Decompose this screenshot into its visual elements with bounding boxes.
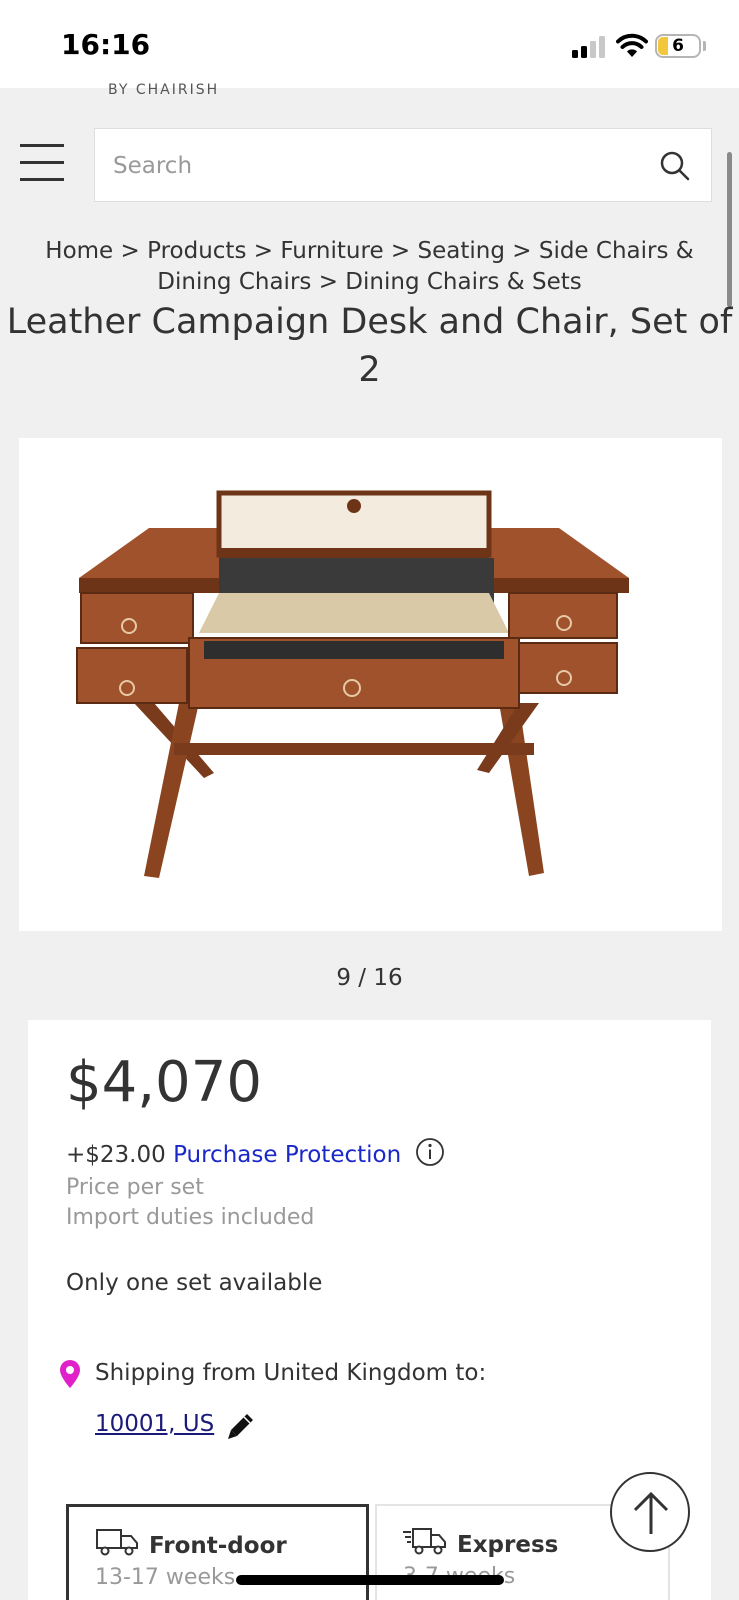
fast-truck-icon [403, 1528, 446, 1555]
breadcrumb-furniture[interactable]: Furniture [280, 238, 383, 264]
product-title: Leather Campaign Desk and Chair, Set of … [6, 302, 733, 390]
home-indicator [236, 1575, 504, 1585]
breadcrumb-products[interactable]: Products [147, 238, 246, 264]
status-time: 16:16 [61, 28, 151, 61]
purchase-protection-row: +$23.00 Purchase Protection [66, 1137, 445, 1168]
import-duties-note: Import duties included [66, 1205, 315, 1230]
breadcrumb: Home > Products > Furniture > Seating > … [45, 238, 694, 295]
availability-text: Only one set available [66, 1270, 323, 1296]
location-pin-icon [60, 1360, 80, 1388]
shipping-option-front-door[interactable]: Front-door 13-17 weeks [66, 1504, 369, 1600]
truck-icon [96, 1529, 138, 1556]
shipping-option-name: Express [457, 1532, 559, 1558]
battery-level: 6 [672, 36, 684, 56]
purchase-protection-link[interactable]: Purchase Protection [173, 1142, 401, 1168]
price-per-note: Price per set [66, 1175, 204, 1200]
shipping-from-label: Shipping from United Kingdom to: [95, 1360, 487, 1386]
arrow-up-icon [633, 1491, 669, 1534]
brand-subtitle: BY CHAIRISH [108, 82, 220, 98]
pencil-edit-icon[interactable] [225, 1408, 259, 1442]
status-bar: 16:16 6 [0, 0, 739, 88]
search-icon[interactable] [659, 150, 691, 182]
gallery-counter: 9 / 16 [336, 965, 403, 991]
battery-icon: 6 [655, 34, 701, 58]
product-image[interactable] [19, 438, 722, 931]
search-bar[interactable] [94, 128, 712, 202]
desk-illustration [76, 490, 629, 878]
breadcrumb-home[interactable]: Home [45, 238, 113, 264]
price: $4,070 [66, 1050, 262, 1115]
shipping-option-time: 13-17 weeks [95, 1565, 236, 1590]
search-input[interactable] [113, 149, 613, 183]
menu-button[interactable] [20, 144, 64, 184]
shipping-option-name: Front-door [149, 1533, 287, 1559]
destination-zip-link[interactable]: 10001, US [95, 1411, 214, 1437]
info-icon[interactable] [415, 1137, 445, 1167]
wifi-icon [616, 33, 648, 57]
protection-amount: +$23.00 [66, 1142, 166, 1168]
scroll-to-top-button[interactable] [610, 1472, 690, 1552]
breadcrumb-seating[interactable]: Seating [418, 238, 505, 264]
breadcrumb-dining-chairs[interactable]: Dining Chairs & Sets [345, 269, 581, 295]
cellular-signal-icon [572, 36, 606, 58]
